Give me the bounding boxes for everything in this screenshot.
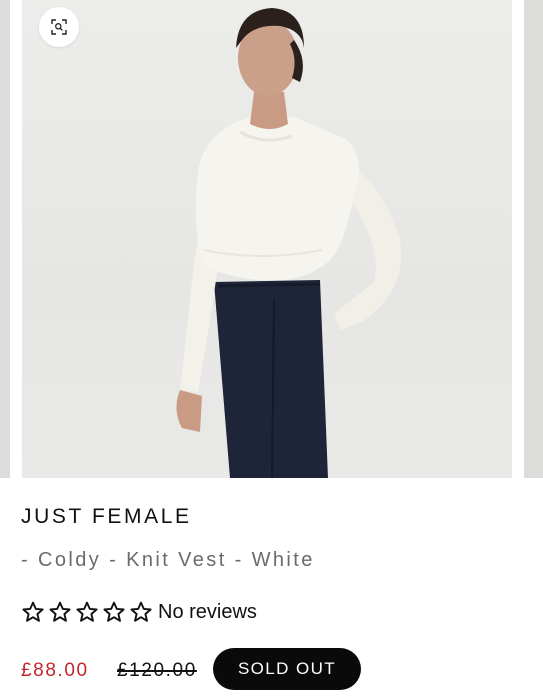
sold-out-button[interactable]: SOLD OUT xyxy=(213,648,361,690)
product-page: JUST FEMALE - Coldy - Knit Vest - White … xyxy=(0,0,543,699)
model-photo xyxy=(176,8,402,478)
compare-at-price: £120.00 xyxy=(117,660,197,681)
rating-summary[interactable]: No reviews xyxy=(20,598,257,626)
price-row: £88.00 £120.00 SOLD OUT xyxy=(21,648,521,690)
star-empty-icon xyxy=(130,601,152,622)
product-image[interactable] xyxy=(22,0,512,478)
zoom-button[interactable] xyxy=(39,7,79,47)
star-empty-icon xyxy=(49,601,71,622)
star-rating xyxy=(20,600,154,624)
next-slide-peek[interactable] xyxy=(524,0,543,478)
product-gallery[interactable] xyxy=(0,0,543,480)
product-vendor: JUST FEMALE xyxy=(21,505,192,528)
zoom-icon xyxy=(51,19,67,35)
star-empty-icon xyxy=(22,601,44,622)
sale-price: £88.00 xyxy=(21,660,89,681)
trousers-shape xyxy=(214,280,328,478)
reviews-link[interactable]: No reviews xyxy=(158,601,257,624)
star-empty-icon xyxy=(103,601,125,622)
product-title: - Coldy - Knit Vest - White xyxy=(21,549,315,571)
star-empty-icon xyxy=(76,601,98,622)
previous-slide-peek[interactable] xyxy=(0,0,10,478)
